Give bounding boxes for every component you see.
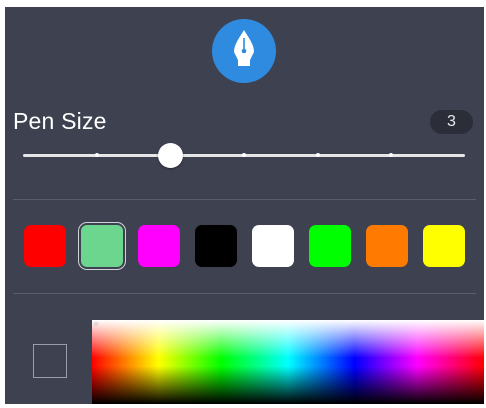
swatch-yellow[interactable] <box>423 225 465 267</box>
divider <box>13 199 476 200</box>
pen-settings-panel: Pen Size 3 <box>5 7 484 404</box>
pen-tool-badge <box>212 19 276 83</box>
swatch-white[interactable] <box>252 225 294 267</box>
slider-tick <box>94 153 99 157</box>
slider-thumb[interactable] <box>158 143 184 168</box>
swatch-orange[interactable] <box>366 225 408 267</box>
divider <box>13 293 476 294</box>
pen-size-slider[interactable] <box>23 141 465 171</box>
swatch-black[interactable] <box>195 225 237 267</box>
slider-tick <box>315 153 320 157</box>
spectrum-cursor[interactable] <box>94 322 98 326</box>
pen-size-label: Pen Size <box>13 108 107 134</box>
custom-color-preview[interactable] <box>33 344 67 378</box>
color-spectrum-picker[interactable] <box>92 320 484 404</box>
color-swatch-row <box>24 222 466 270</box>
pen-nib-icon <box>229 28 259 75</box>
slider-tick <box>242 153 246 157</box>
swatch-magenta[interactable] <box>138 225 180 267</box>
swatch-red[interactable] <box>24 225 66 267</box>
swatch-light-green[interactable] <box>78 222 126 270</box>
pen-size-value-badge: 3 <box>430 110 473 134</box>
swatch-green[interactable] <box>309 225 351 267</box>
